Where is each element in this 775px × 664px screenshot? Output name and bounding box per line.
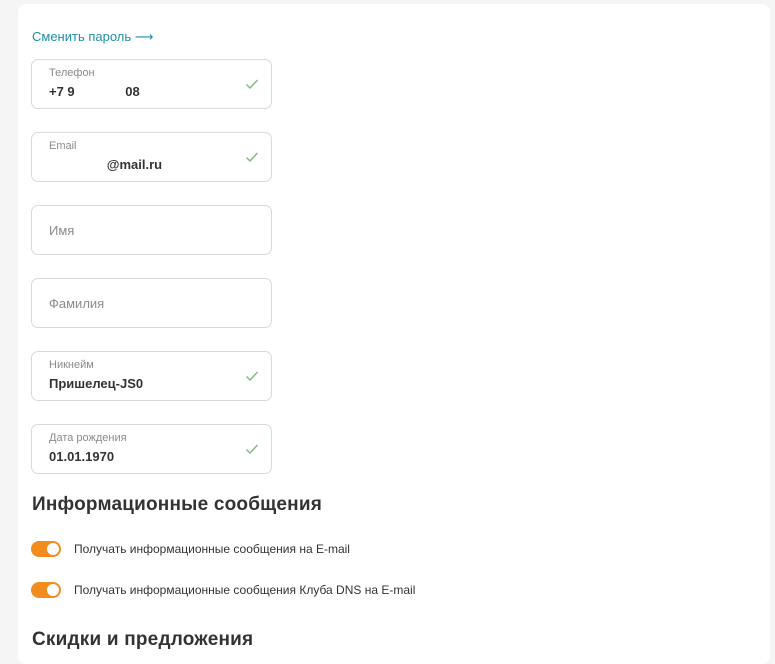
change-password-link[interactable]: Сменить пароль ⟶	[32, 29, 153, 45]
birthday-value: 01.01.1970	[49, 449, 115, 464]
last-name-field[interactable]: Фамилия	[31, 278, 272, 328]
nickname-value: Пришелец-JS0	[49, 376, 144, 391]
toggle-row-dns-club-info[interactable]: Получать информационные сообщения Клуба …	[31, 581, 415, 599]
toggle-row-email-info[interactable]: Получать информационные сообщения на E-m…	[31, 540, 350, 558]
check-icon	[246, 444, 259, 455]
check-icon	[246, 371, 259, 382]
first-name-field[interactable]: Имя	[31, 205, 272, 255]
phone-label: Телефон	[49, 67, 95, 79]
profile-card: Сменить пароль ⟶ Телефон +7 9 08 Email @…	[18, 4, 770, 664]
email-label: Email	[49, 140, 77, 152]
discounts-title: Скидки и предложения	[32, 629, 254, 650]
check-icon	[246, 79, 259, 90]
toggle-knob	[47, 543, 59, 555]
nickname-field[interactable]: Никнейм Пришелец-JS0	[31, 351, 272, 401]
nickname-label: Никнейм	[49, 359, 94, 371]
last-name-placeholder: Фамилия	[49, 296, 105, 311]
phone-field[interactable]: Телефон +7 9 08	[31, 59, 272, 109]
first-name-placeholder: Имя	[49, 223, 75, 238]
toggle-knob	[47, 584, 59, 596]
email-info-toggle[interactable]	[31, 541, 61, 557]
check-icon	[246, 152, 259, 163]
email-info-toggle-label: Получать информационные сообщения на E-m…	[74, 542, 350, 556]
phone-value: +7 9 08	[49, 84, 140, 99]
email-field[interactable]: Email @mail.ru	[31, 132, 272, 182]
email-value: @mail.ru	[49, 157, 163, 172]
dns-club-info-toggle-label: Получать информационные сообщения Клуба …	[74, 583, 416, 597]
info-messages-title: Информационные сообщения	[32, 494, 322, 515]
birthday-field[interactable]: Дата рождения 01.01.1970	[31, 424, 272, 474]
birthday-label: Дата рождения	[49, 432, 127, 444]
dns-club-info-toggle[interactable]	[31, 582, 61, 598]
